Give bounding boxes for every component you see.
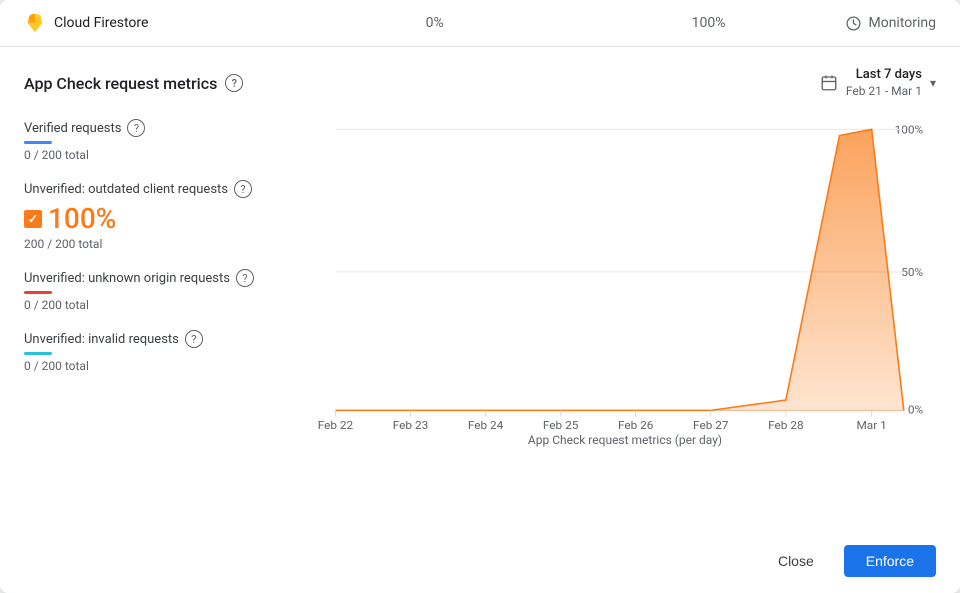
metric-line-invalid	[24, 352, 52, 355]
monitoring-link[interactable]: Monitoring	[845, 15, 936, 32]
svg-text:Mar 1: Mar 1	[857, 419, 887, 430]
svg-text:50%: 50%	[901, 266, 923, 280]
svg-text:Feb 26: Feb 26	[618, 419, 653, 430]
enforce-button[interactable]: Enforce	[844, 545, 936, 577]
metric-invalid: Unverified: invalid requests ? 0 / 200 t…	[24, 330, 304, 373]
body-area: Verified requests ? 0 / 200 total Unveri…	[24, 119, 936, 521]
help-icon-unknown[interactable]: ?	[236, 269, 254, 287]
chart-svg: 100% 50% 0%	[314, 119, 936, 429]
help-icon-verified[interactable]: ?	[127, 119, 145, 137]
metric-label-verified: Verified requests ?	[24, 119, 304, 137]
metric-unknown: Unverified: unknown origin requests ? 0 …	[24, 269, 304, 312]
top-bar: Cloud Firestore 0% 100% Monitoring	[0, 0, 960, 47]
chart-svg-container: 100% 50% 0%	[314, 119, 936, 429]
date-range-picker[interactable]: Last 7 days Feb 21 - Mar 1 ▾	[820, 67, 936, 99]
service-label: Cloud Firestore	[54, 15, 148, 31]
pct-right: 100%	[572, 15, 846, 31]
pct-left: 0%	[298, 15, 572, 31]
chevron-down-icon: ▾	[930, 76, 936, 90]
chart-area: 100% 50% 0%	[304, 119, 936, 521]
service-info: Cloud Firestore	[24, 12, 298, 34]
svg-text:Feb 27: Feb 27	[693, 419, 728, 430]
dialog: Cloud Firestore 0% 100% Monitoring App C…	[0, 0, 960, 593]
svg-text:Feb 23: Feb 23	[393, 419, 428, 430]
metric-label-outdated: Unverified: outdated client requests ?	[24, 180, 304, 198]
metric-line-unknown	[24, 291, 52, 294]
svg-text:Feb 28: Feb 28	[768, 419, 803, 430]
metric-count-verified: 0 / 200 total	[24, 148, 304, 162]
help-icon-outdated[interactable]: ?	[234, 180, 252, 198]
date-range-title: Last 7 days	[856, 67, 922, 84]
section-title-area: App Check request metrics ?	[24, 74, 243, 93]
monitoring-label: Monitoring	[868, 15, 936, 31]
metric-count-invalid: 0 / 200 total	[24, 359, 304, 373]
svg-text:0%: 0%	[908, 403, 923, 417]
close-button[interactable]: Close	[760, 545, 832, 577]
footer: Close Enforce	[0, 533, 960, 593]
metric-verified: Verified requests ? 0 / 200 total	[24, 119, 304, 162]
main-content: App Check request metrics ? Last 7 days …	[0, 47, 960, 533]
metric-label-unknown: Unverified: unknown origin requests ?	[24, 269, 304, 287]
metric-count-outdated: 200 / 200 total	[24, 237, 304, 251]
svg-text:Feb 24: Feb 24	[468, 419, 504, 430]
firestore-icon	[24, 12, 46, 34]
metric-line-verified	[24, 141, 52, 144]
svg-text:Feb 22: Feb 22	[318, 419, 354, 430]
section-header: App Check request metrics ? Last 7 days …	[24, 67, 936, 99]
help-icon[interactable]: ?	[225, 74, 243, 92]
svg-text:Feb 25: Feb 25	[543, 419, 579, 430]
date-range-text: Last 7 days Feb 21 - Mar 1	[846, 67, 922, 99]
checkbox-outdated	[24, 210, 42, 228]
metric-value-outdated: 100%	[24, 202, 304, 235]
metric-count-unknown: 0 / 200 total	[24, 298, 304, 312]
help-icon-invalid[interactable]: ?	[185, 330, 203, 348]
metric-outdated: Unverified: outdated client requests ? 1…	[24, 180, 304, 251]
metric-label-invalid: Unverified: invalid requests ?	[24, 330, 304, 348]
chart-x-label: App Check request metrics (per day)	[314, 433, 936, 447]
metrics-list: Verified requests ? 0 / 200 total Unveri…	[24, 119, 304, 521]
date-range-sub: Feb 21 - Mar 1	[846, 84, 922, 100]
section-title-text: App Check request metrics	[24, 74, 217, 93]
